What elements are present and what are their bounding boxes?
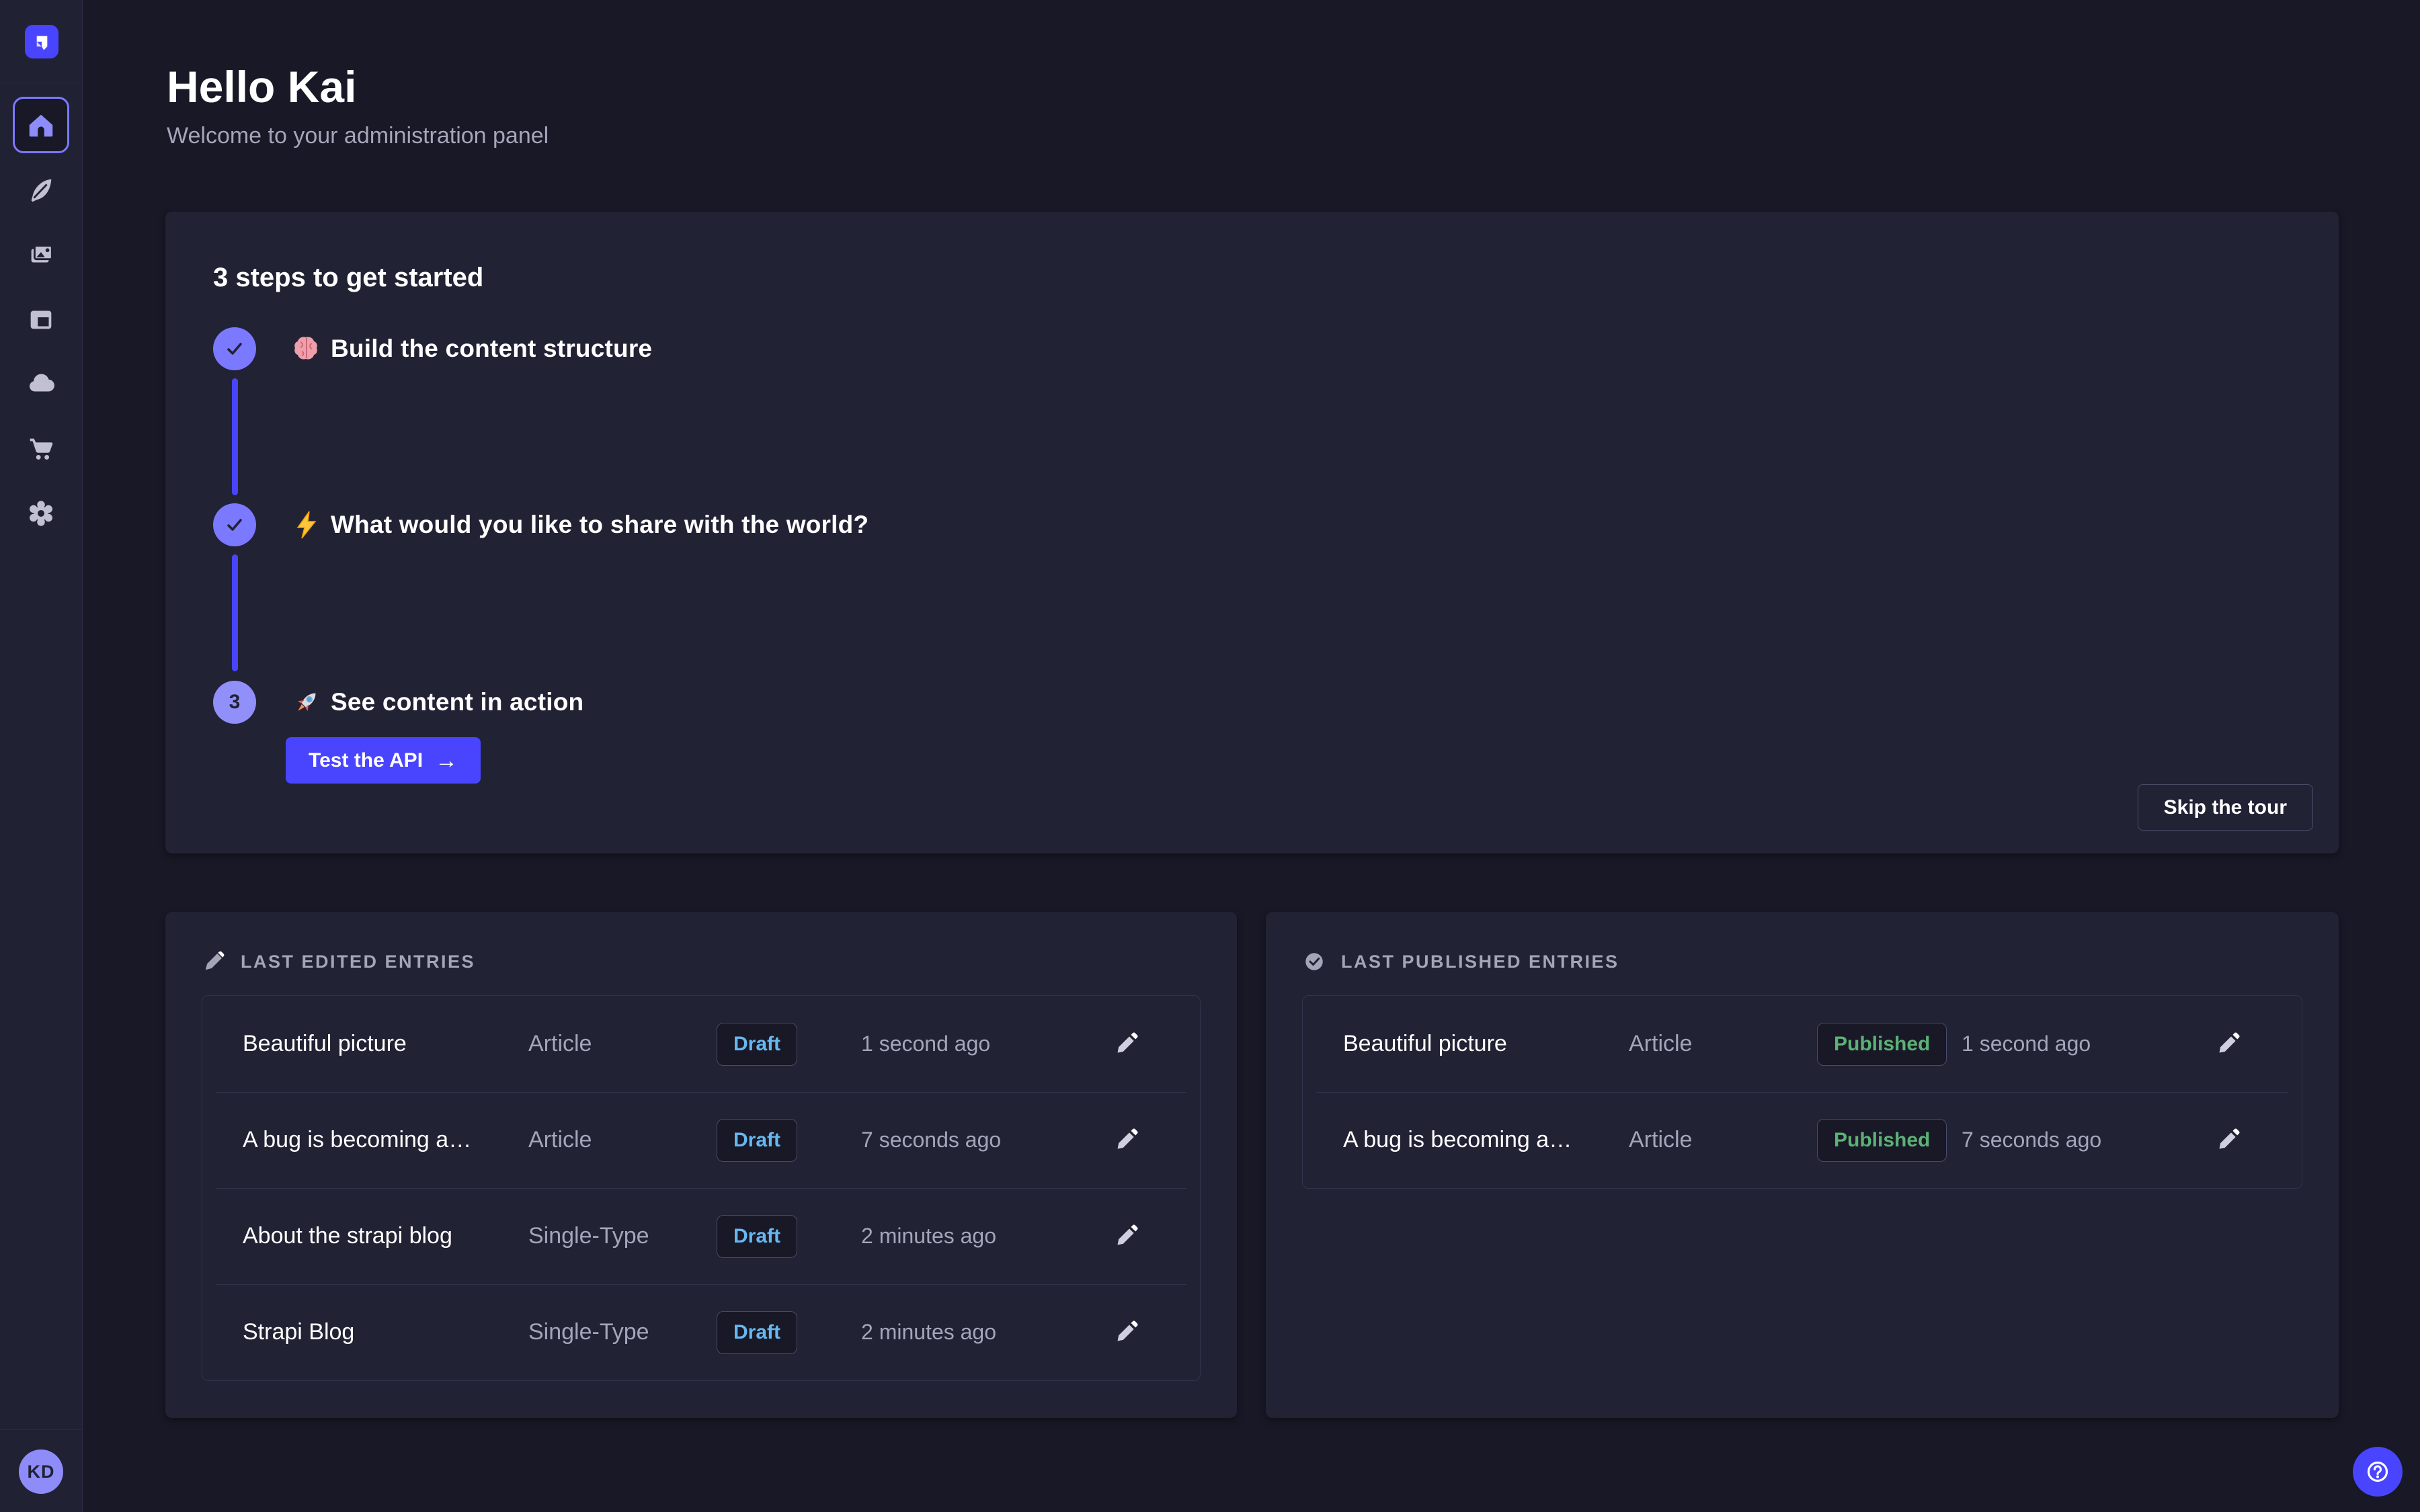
step-connector	[232, 378, 238, 495]
entry-content-type: Article	[528, 1031, 717, 1057]
settings-gear-icon	[26, 498, 56, 529]
step-1-check-circle	[213, 327, 256, 370]
panel-title: LAST EDITED ENTRIES	[241, 952, 475, 972]
sidebar-item-cloud[interactable]	[13, 355, 69, 412]
entry-title: Beautiful picture	[243, 1031, 528, 1057]
brain-emoji-icon	[292, 334, 321, 364]
entry-content-type: Article	[528, 1127, 717, 1153]
entry-content-type: Article	[1629, 1031, 1817, 1057]
entry-row: About the strapi blog Single-Type Draft …	[202, 1188, 1200, 1284]
pencil-icon	[2214, 1031, 2241, 1058]
last-edited-entries-table: Beautiful picture Article Draft 1 second…	[202, 995, 1201, 1381]
status-badge: Draft	[717, 1119, 797, 1162]
help-button[interactable]	[2353, 1447, 2403, 1497]
entry-content-type: Single-Type	[528, 1223, 717, 1249]
content-type-builder-icon	[26, 304, 56, 335]
edit-entry-button[interactable]	[1106, 1319, 1146, 1346]
last-published-entries-panel: LAST PUBLISHED ENTRIES Beautiful picture…	[1266, 912, 2339, 1418]
guided-tour-title: 3 steps to get started	[213, 261, 483, 294]
entry-title: A bug is becoming a…	[243, 1127, 528, 1153]
pencil-icon	[1113, 1223, 1139, 1250]
edit-entry-button[interactable]	[1106, 1223, 1146, 1250]
status-badge: Published	[1817, 1023, 1947, 1066]
pencil-icon	[2214, 1127, 2241, 1154]
check-icon	[223, 337, 246, 360]
entry-timestamp: 7 seconds ago	[861, 1128, 1106, 1152]
step-connector	[232, 554, 238, 671]
pencil-icon	[1113, 1127, 1139, 1154]
arrow-right-icon: →	[435, 749, 458, 772]
last-edited-entries-panel: LAST EDITED ENTRIES Beautiful picture Ar…	[165, 912, 1237, 1418]
entry-row: Beautiful picture Article Published 1 se…	[1303, 996, 2302, 1092]
status-badge: Draft	[717, 1215, 797, 1258]
entry-row: A bug is becoming a… Article Draft 7 sec…	[202, 1092, 1200, 1188]
step-1-label: Build the content structure	[292, 327, 652, 370]
entry-row: Strapi Blog Single-Type Draft 2 minutes …	[202, 1284, 1200, 1380]
panel-title: LAST PUBLISHED ENTRIES	[1341, 952, 1619, 972]
status-badge: Draft	[717, 1023, 797, 1066]
step-2-label: What would you like to share with the wo…	[292, 503, 869, 546]
check-icon	[223, 513, 246, 536]
edit-entry-button[interactable]	[1106, 1031, 1146, 1058]
edit-entry-button[interactable]	[2208, 1127, 2248, 1154]
guided-tour-card: 3 steps to get started Build the content…	[165, 212, 2339, 853]
entry-timestamp: 7 seconds ago	[1962, 1128, 2208, 1152]
status-badge: Published	[1817, 1119, 1947, 1162]
entry-content-type: Article	[1629, 1127, 1817, 1153]
avatar-initials: KD	[28, 1462, 55, 1482]
pencil-icon	[1113, 1319, 1139, 1346]
edit-entry-button[interactable]	[1106, 1127, 1146, 1154]
entry-content-type: Single-Type	[528, 1319, 717, 1345]
step-3-number: 3	[229, 691, 241, 714]
sidebar-item-settings[interactable]	[13, 485, 69, 542]
media-library-icon	[26, 239, 56, 270]
lightning-emoji-icon	[292, 510, 321, 540]
step-3-label: See content in action	[292, 681, 583, 724]
sidebar-item-marketplace[interactable]	[13, 420, 69, 476]
sidebar-item-content-manager[interactable]	[13, 162, 69, 218]
page-subtitle: Welcome to your administration panel	[167, 122, 549, 149]
last-published-entries-table: Beautiful picture Article Published 1 se…	[1302, 995, 2302, 1189]
marketplace-cart-icon	[26, 433, 56, 464]
entry-timestamp: 2 minutes ago	[861, 1320, 1106, 1345]
user-avatar[interactable]: KD	[19, 1450, 63, 1494]
skip-the-tour-button[interactable]: Skip the tour	[2138, 784, 2313, 831]
entry-title: A bug is becoming a…	[1343, 1127, 1629, 1153]
status-badge: Draft	[717, 1311, 797, 1354]
panel-header: LAST PUBLISHED ENTRIES	[1302, 947, 2302, 976]
entry-row: A bug is becoming a… Article Published 7…	[1303, 1092, 2302, 1188]
entry-timestamp: 1 second ago	[861, 1032, 1106, 1056]
step-3-number-circle: 3	[213, 681, 256, 724]
entry-title: About the strapi blog	[243, 1223, 528, 1249]
sidebar: KD	[0, 0, 83, 1512]
panel-header: LAST EDITED ENTRIES	[202, 947, 1201, 976]
pencil-icon	[202, 950, 226, 974]
pencil-icon	[1113, 1031, 1139, 1058]
home-icon	[26, 110, 56, 140]
sidebar-item-home[interactable]	[13, 97, 69, 153]
sidebar-divider	[0, 1429, 82, 1430]
test-the-api-button[interactable]: Test the API →	[286, 737, 481, 784]
entry-row: Beautiful picture Article Draft 1 second…	[202, 996, 1200, 1092]
sidebar-item-media-library[interactable]	[13, 226, 69, 283]
sidebar-item-content-type-builder[interactable]	[13, 291, 69, 347]
page-title: Hello Kai	[167, 62, 356, 112]
edit-entry-button[interactable]	[2208, 1031, 2248, 1058]
content-manager-feather-icon	[26, 175, 56, 206]
check-circle-icon	[1302, 950, 1326, 974]
cloud-icon	[26, 368, 56, 399]
entry-title: Beautiful picture	[1343, 1031, 1629, 1057]
entry-timestamp: 2 minutes ago	[861, 1224, 1106, 1249]
rocket-emoji-icon	[292, 687, 321, 717]
strapi-logo-icon[interactable]	[25, 25, 58, 58]
entry-title: Strapi Blog	[243, 1319, 528, 1345]
step-2-check-circle	[213, 503, 256, 546]
entry-timestamp: 1 second ago	[1962, 1032, 2208, 1056]
question-mark-icon	[2364, 1458, 2391, 1485]
